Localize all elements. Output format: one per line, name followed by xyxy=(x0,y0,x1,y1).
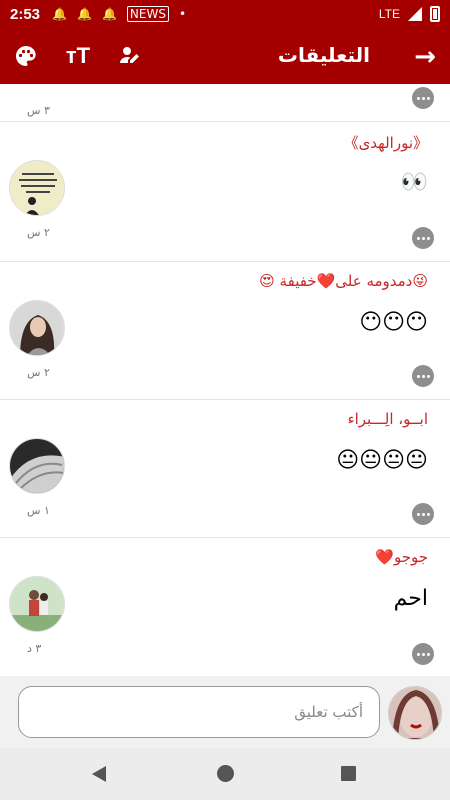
bell-icon: 🔔 xyxy=(76,7,92,21)
comment-time: ٣ س xyxy=(27,104,50,117)
bell-icon: 🔔 xyxy=(101,7,117,21)
nav-home-icon[interactable] xyxy=(217,765,234,782)
comment-text: 😶😶😶 xyxy=(359,310,428,335)
page-title: التعليقات xyxy=(277,43,370,67)
comment-item: ٣ س xyxy=(0,84,450,122)
comment-author[interactable]: ابــو، الِـــبراء xyxy=(348,410,428,428)
comment-item: 《نورالهدى》 ٢ س 👀 xyxy=(0,122,450,262)
comment-author[interactable]: جوجو❤️ xyxy=(375,548,428,566)
comment-time: ٢ س xyxy=(27,366,50,379)
comment-item: 😜دمدومه على❤️خفيفة 😍 ٢ س 😶😶😶 xyxy=(0,262,450,400)
nav-back-icon[interactable] xyxy=(92,766,106,782)
more-options-icon[interactable] xyxy=(412,365,434,387)
comment-item: جوجو❤️ ٣ د احم xyxy=(0,538,450,676)
more-options-icon[interactable] xyxy=(412,643,434,665)
avatar[interactable] xyxy=(9,160,65,216)
signal-icon xyxy=(408,7,422,21)
nav-recents-icon[interactable] xyxy=(341,766,356,781)
more-options-icon[interactable] xyxy=(412,227,434,249)
system-nav-bar xyxy=(0,748,450,800)
app-bar: ᴛT التعليقات → xyxy=(0,28,450,84)
status-bar: 2:53 🔔 🔔 🔔 NEWS • LTE xyxy=(0,0,450,28)
more-options-icon[interactable] xyxy=(412,87,434,109)
palette-icon xyxy=(16,46,36,66)
comment-time: ٢ س xyxy=(27,226,50,239)
palette-button[interactable] xyxy=(0,28,52,84)
text-size-button[interactable]: ᴛT xyxy=(52,28,104,84)
comment-time: ٣ د xyxy=(27,642,42,655)
comment-item: ابــو، الِـــبراء ١ س 😐😐😐😐 xyxy=(0,400,450,538)
edit-profile-icon xyxy=(120,47,139,63)
comment-text: 👀 xyxy=(400,170,428,195)
comment-composer: أكتب تعليق xyxy=(0,676,450,748)
avatar[interactable] xyxy=(9,300,65,356)
text-size-icon: ᴛT xyxy=(65,43,91,68)
avatar[interactable] xyxy=(388,686,442,740)
comment-text: احم xyxy=(393,586,428,611)
avatar[interactable] xyxy=(9,438,65,494)
more-options-icon[interactable] xyxy=(412,503,434,525)
comment-author[interactable]: 《نورالهدى》 xyxy=(344,132,428,153)
back-arrow-icon[interactable]: → xyxy=(414,42,436,72)
comments-list[interactable]: ٣ س 《نورالهدى》 ٢ س 👀 😜دمدومه على❤️خفيفة … xyxy=(0,84,450,676)
avatar[interactable] xyxy=(9,576,65,632)
status-time: 2:53 xyxy=(10,5,41,23)
battery-icon xyxy=(430,6,440,22)
comment-author[interactable]: 😜دمدومه على❤️خفيفة 😍 xyxy=(259,272,428,290)
edit-profile-button[interactable] xyxy=(104,28,156,84)
comment-input[interactable]: أكتب تعليق xyxy=(18,686,380,738)
bell-icon: 🔔 xyxy=(52,7,67,21)
comment-time: ١ س xyxy=(27,504,50,517)
news-icon: NEWS xyxy=(126,6,169,22)
comment-text: 😐😐😐😐 xyxy=(336,448,428,473)
dot-icon: • xyxy=(178,7,187,21)
network-type: LTE xyxy=(378,7,400,21)
